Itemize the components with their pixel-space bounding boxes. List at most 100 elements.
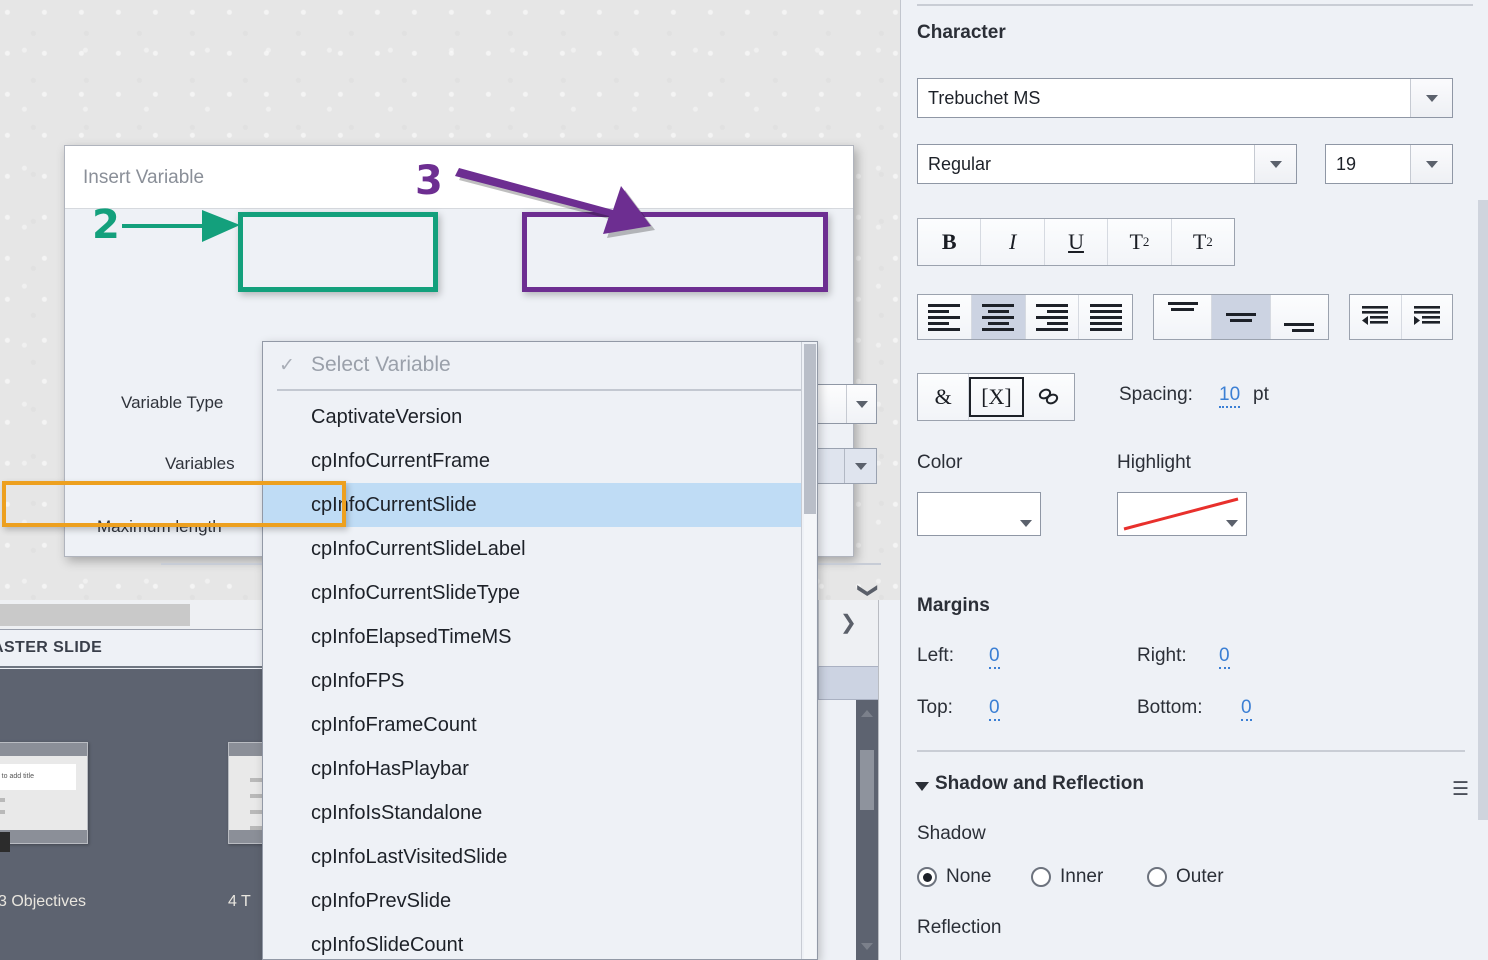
dropdown-item[interactable]: cpInfoCurrentFrame xyxy=(263,439,817,483)
dropdown-item[interactable]: cpInfoIsStandalone xyxy=(263,791,817,835)
radio-icon[interactable] xyxy=(1031,867,1051,887)
shadow-label: Shadow xyxy=(917,823,986,844)
radio-icon[interactable] xyxy=(1147,867,1167,887)
align-right-button[interactable] xyxy=(1026,295,1080,339)
chevron-down-icon[interactable] xyxy=(1254,145,1296,183)
margin-top-value[interactable]: 0 xyxy=(989,697,1000,721)
insert-button-group[interactable]: & [X] xyxy=(917,373,1075,421)
insert-variable-button[interactable]: [X] xyxy=(969,377,1024,417)
scroll-down-icon[interactable] xyxy=(861,943,873,950)
horizontal-align-button-group[interactable] xyxy=(917,294,1133,340)
dropdown-item[interactable]: cpInfoPrevSlide xyxy=(263,879,817,923)
margin-bottom-label: Bottom: xyxy=(1137,697,1203,718)
chevron-down-icon[interactable] xyxy=(846,385,876,423)
shadow-option-none[interactable]: None xyxy=(917,866,991,888)
master-slide-label: ASTER SLIDE xyxy=(0,639,103,656)
dropdown-item[interactable]: CaptivateVersion xyxy=(263,395,817,439)
dropdown-separator xyxy=(277,389,801,391)
dropdown-item[interactable]: cpInfoCurrentSlideLabel xyxy=(263,527,817,571)
check-icon: ✓ xyxy=(279,354,295,376)
dropdown-item[interactable]: cpInfoCurrentSlide xyxy=(263,483,817,527)
slide-thumbnail-caption: 3 Objectives xyxy=(0,893,87,910)
spacing-value[interactable]: 10 xyxy=(1219,384,1241,408)
vertical-align-button-group[interactable] xyxy=(1153,294,1329,340)
annotation-box-teal xyxy=(238,212,438,292)
font-family-select[interactable]: Trebuchet MS xyxy=(917,78,1453,118)
margin-top-label: Top: xyxy=(917,697,953,718)
increase-indent-button[interactable] xyxy=(1402,295,1453,339)
panel-menu-icon[interactable]: ☰ xyxy=(1452,778,1469,801)
shadow-option-outer[interactable]: Outer xyxy=(1147,866,1224,888)
margin-right-label: Right: xyxy=(1137,645,1187,666)
text-style-button-group[interactable]: B I U T2 T2 xyxy=(917,218,1235,266)
align-center-button[interactable] xyxy=(971,295,1026,339)
slide-thumbnail[interactable]: Double click to add title xyxy=(0,742,88,852)
font-style-select[interactable]: Regular xyxy=(917,144,1297,184)
shadow-option-inner[interactable]: Inner xyxy=(1031,866,1103,888)
shadow-option-none-label: None xyxy=(946,866,992,887)
font-style-value: Regular xyxy=(928,153,992,174)
spacing-label: Spacing: xyxy=(1119,384,1193,405)
decrease-indent-button[interactable] xyxy=(1350,295,1402,339)
dropdown-header[interactable]: ✓ Select Variable xyxy=(263,342,817,388)
filmstrip-scrollbar[interactable] xyxy=(856,700,878,960)
variables-label: Variables xyxy=(165,454,235,473)
shadow-option-inner-label: Inner xyxy=(1060,866,1104,887)
panel-left-border xyxy=(878,600,900,960)
dropdown-item[interactable]: cpInfoSlideCount xyxy=(263,923,817,959)
dropdown-scrollbar[interactable] xyxy=(801,342,817,959)
valign-middle-button[interactable] xyxy=(1212,295,1271,339)
ampersand-button[interactable]: & xyxy=(918,374,970,420)
collapse-triangle-icon[interactable] xyxy=(915,782,929,791)
bold-button[interactable]: B xyxy=(918,219,982,265)
align-left-button[interactable] xyxy=(918,295,972,339)
color-swatch[interactable] xyxy=(917,492,1041,536)
underline-button[interactable]: U xyxy=(1045,219,1109,265)
chevron-down-icon[interactable] xyxy=(1410,145,1452,183)
shadow-option-outer-label: Outer xyxy=(1176,866,1224,887)
spacing-unit: pt xyxy=(1253,384,1269,405)
panel-scrollbar[interactable] xyxy=(1478,200,1488,820)
dialog-titlebar: Insert Variable xyxy=(65,146,853,209)
font-family-value: Trebuchet MS xyxy=(928,87,1041,108)
subscript-button[interactable]: T2 xyxy=(1172,219,1234,265)
chevron-down-icon[interactable] xyxy=(1020,520,1032,527)
dropdown-item[interactable]: cpInfoFrameCount xyxy=(263,703,817,747)
margins-section-title: Margins xyxy=(917,595,990,616)
annotation-number-3: 3 xyxy=(415,158,443,204)
dropdown-item[interactable]: cpInfoFPS xyxy=(263,659,817,703)
chevron-down-icon[interactable] xyxy=(844,449,876,483)
dropdown-item[interactable]: cpInfoHasPlaybar xyxy=(263,747,817,791)
dropdown-item[interactable]: cpInfoCurrentSlideType xyxy=(263,571,817,615)
scroll-up-icon[interactable] xyxy=(861,710,873,717)
chevron-down-icon[interactable] xyxy=(1410,79,1452,117)
scrollbar-thumb[interactable] xyxy=(804,344,816,514)
chevron-right-icon[interactable]: ❯ xyxy=(840,610,857,635)
dropdown-item[interactable]: cpInfoLastVisitedSlide xyxy=(263,835,817,879)
slide-thumbnail-title: Double click to add title xyxy=(0,764,77,790)
valign-top-button[interactable] xyxy=(1154,295,1213,339)
chevron-down-icon[interactable]: ❯ xyxy=(856,582,881,599)
margin-left-value[interactable]: 0 xyxy=(989,645,1000,669)
valign-bottom-button[interactable] xyxy=(1271,295,1328,339)
dropdown-item[interactable]: cpInfoElapsedTimeMS xyxy=(263,615,817,659)
variables-dropdown-list[interactable]: ✓ Select Variable CaptivateVersion cpInfo… xyxy=(262,341,818,960)
selected-slide-band[interactable] xyxy=(818,666,880,700)
italic-button[interactable]: I xyxy=(981,219,1045,265)
highlight-swatch[interactable] xyxy=(1117,492,1247,536)
indent-button-group[interactable] xyxy=(1349,294,1453,340)
margin-left-label: Left: xyxy=(917,645,954,666)
highlight-label: Highlight xyxy=(1117,452,1191,473)
font-size-select[interactable]: 19 xyxy=(1325,144,1453,184)
link-icon[interactable] xyxy=(1024,374,1074,420)
align-justify-button[interactable] xyxy=(1079,295,1132,339)
superscript-button[interactable]: T2 xyxy=(1108,219,1172,265)
margin-bottom-value[interactable]: 0 xyxy=(1241,697,1252,721)
color-label: Color xyxy=(917,452,963,473)
variable-type-label: Variable Type xyxy=(121,393,224,412)
chevron-down-icon[interactable] xyxy=(1226,520,1238,527)
scrollbar-thumb[interactable] xyxy=(860,750,874,810)
margin-right-value[interactable]: 0 xyxy=(1219,645,1230,669)
radio-icon[interactable] xyxy=(917,867,937,887)
no-highlight-icon xyxy=(1123,497,1239,531)
